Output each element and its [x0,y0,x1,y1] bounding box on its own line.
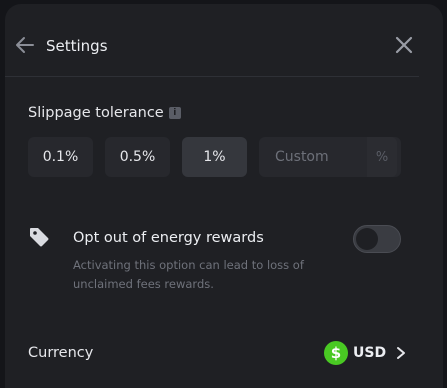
slippage-title: Slippage tolerance [28,105,164,121]
percent-suffix: % [367,137,397,177]
slippage-option-1[interactable]: 1% [182,137,247,177]
slippage-section-title: Slippage tolerance i [28,105,181,121]
close-icon [395,36,413,54]
slippage-option-0-5[interactable]: 0.5% [105,137,170,177]
custom-slippage-field: % [259,137,401,177]
currency-selector[interactable]: $ USD [324,341,406,365]
currency-label: Currency [28,345,94,361]
info-icon[interactable]: i [168,107,181,119]
header-divider [5,76,419,77]
currency-code: USD [353,345,387,361]
settings-panel: Settings Slippage tolerance i 0.1% 0.5% … [5,4,443,388]
custom-slippage-input[interactable] [259,137,367,177]
tag-icon [30,228,49,247]
energy-rewards-description: Activating this option can lead to loss … [73,258,304,291]
page-title: Settings [46,37,108,55]
chevron-right-icon [397,347,406,359]
slippage-option-0-1[interactable]: 0.1% [28,137,93,177]
energy-rewards-label: Opt out of energy rewards [73,230,264,246]
settings-header: Settings [5,4,443,80]
close-button[interactable] [393,34,415,56]
back-button[interactable] [13,33,37,57]
arrow-left-icon [16,37,34,53]
energy-rewards-toggle[interactable] [353,225,401,253]
toggle-knob [356,228,378,250]
currency-row[interactable]: Currency $ USD [5,334,419,374]
dollar-icon: $ [324,341,348,365]
